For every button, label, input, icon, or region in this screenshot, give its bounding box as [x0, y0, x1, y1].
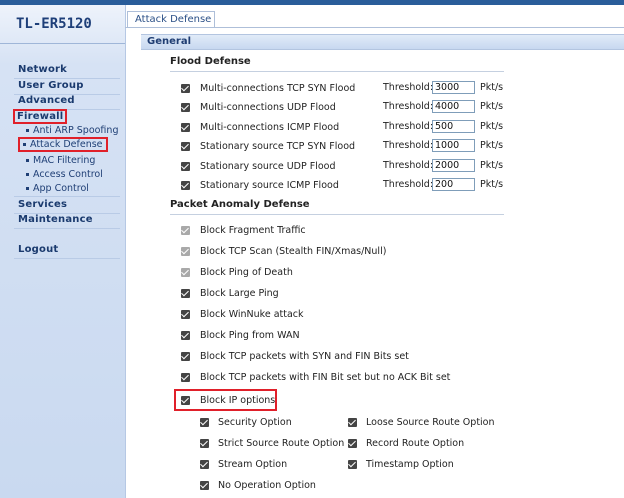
packet-anomaly-title: Packet Anomaly Defense	[170, 199, 310, 210]
anomaly-label: Block Fragment Traffic	[200, 225, 306, 236]
flood-label: Multi-connections UDP Flood	[200, 102, 336, 113]
unit-label: Pkt/s	[480, 179, 504, 190]
anomaly-label: Block Large Ping	[200, 288, 279, 299]
ip-option-label: No Operation Option	[218, 480, 316, 491]
bullet-icon	[26, 129, 29, 132]
bullet-icon	[23, 143, 26, 146]
threshold-label: Threshold:	[383, 82, 434, 93]
block-ip-options-checkbox[interactable]	[181, 396, 190, 405]
ip-option-label: Loose Source Route Option	[366, 417, 495, 428]
divider	[0, 43, 125, 44]
unit-label: Pkt/s	[480, 160, 504, 171]
ip-option-checkbox[interactable]	[200, 439, 209, 448]
nav-network[interactable]: Network	[18, 64, 67, 75]
anomaly-checkbox[interactable]	[181, 247, 190, 256]
ip-option-checkbox[interactable]	[348, 439, 357, 448]
nav-anti-arp-spoofing[interactable]: Anti ARP Spoofing	[26, 125, 118, 136]
flood-label: Stationary source TCP SYN Flood	[200, 141, 356, 152]
sidebar: TL-ER5120 Network User Group Advanced Fi…	[0, 5, 126, 498]
divider	[170, 71, 504, 72]
flood-checkbox[interactable]	[181, 84, 190, 93]
anomaly-checkbox[interactable]	[181, 310, 190, 319]
threshold-input[interactable]	[432, 139, 475, 152]
unit-label: Pkt/s	[480, 101, 504, 112]
model-name: TL-ER5120	[16, 16, 92, 32]
divider	[125, 27, 624, 28]
ip-option-checkbox[interactable]	[200, 481, 209, 490]
nav-app-control[interactable]: App Control	[26, 183, 89, 194]
bullet-icon	[26, 187, 29, 190]
nav-mac-filtering[interactable]: MAC Filtering	[26, 155, 95, 166]
ip-option-checkbox[interactable]	[200, 460, 209, 469]
divider	[14, 109, 120, 110]
flood-label: Stationary source UDP Flood	[200, 161, 336, 172]
ip-option-checkbox[interactable]	[348, 460, 357, 469]
unit-label: Pkt/s	[480, 140, 504, 151]
ip-option-label: Timestamp Option	[366, 459, 454, 470]
bullet-icon	[26, 159, 29, 162]
anomaly-label: Block Ping of Death	[200, 267, 293, 278]
ip-option-label: Record Route Option	[366, 438, 465, 449]
anomaly-checkbox[interactable]	[181, 373, 190, 382]
anomaly-checkbox[interactable]	[181, 226, 190, 235]
nav-maintenance[interactable]: Maintenance	[18, 214, 93, 225]
anomaly-label: Block TCP Scan (Stealth FIN/Xmas/Null)	[200, 246, 387, 257]
divider	[14, 78, 120, 79]
nav-user-group[interactable]: User Group	[18, 80, 84, 91]
threshold-input[interactable]	[432, 100, 475, 113]
anomaly-label: Block WinNuke attack	[200, 309, 304, 320]
flood-checkbox[interactable]	[181, 142, 190, 151]
nav-firewall[interactable]: Firewall	[12, 109, 68, 124]
threshold-input[interactable]	[432, 120, 475, 133]
divider	[14, 196, 120, 197]
ip-option-checkbox[interactable]	[348, 418, 357, 427]
threshold-label: Threshold:	[383, 140, 434, 151]
anomaly-label: Block IP options	[200, 395, 276, 406]
bullet-icon	[26, 173, 29, 176]
anomaly-label: Block TCP packets with FIN Bit set but n…	[200, 372, 451, 383]
ip-option-checkbox[interactable]	[200, 418, 209, 427]
threshold-input[interactable]	[432, 81, 475, 94]
divider	[14, 228, 120, 229]
unit-label: Pkt/s	[480, 82, 504, 93]
ip-option-label: Security Option	[218, 417, 292, 428]
nav-advanced[interactable]: Advanced	[18, 95, 75, 106]
divider	[170, 214, 504, 215]
section-title: General	[147, 36, 191, 47]
flood-checkbox[interactable]	[181, 123, 190, 132]
anomaly-checkbox[interactable]	[181, 289, 190, 298]
nav-services[interactable]: Services	[18, 199, 67, 210]
anomaly-checkbox[interactable]	[181, 268, 190, 277]
anomaly-label: Block TCP packets with SYN and FIN Bits …	[200, 351, 409, 362]
threshold-label: Threshold:	[383, 160, 434, 171]
ip-option-label: Stream Option	[218, 459, 288, 470]
threshold-input[interactable]	[432, 159, 475, 172]
flood-defense-title: Flood Defense	[170, 56, 251, 67]
nav-access-control[interactable]: Access Control	[26, 169, 103, 180]
flood-label: Multi-connections TCP SYN Flood	[200, 83, 356, 94]
ip-option-label: Strict Source Route Option	[218, 438, 345, 449]
anomaly-label: Block Ping from WAN	[200, 330, 300, 341]
anomaly-checkbox[interactable]	[181, 352, 190, 361]
threshold-input[interactable]	[432, 178, 475, 191]
flood-checkbox[interactable]	[181, 181, 190, 190]
flood-checkbox[interactable]	[181, 162, 190, 171]
tab-attack-defense[interactable]: Attack Defense	[127, 11, 215, 27]
threshold-label: Threshold:	[383, 101, 434, 112]
anomaly-checkbox[interactable]	[181, 331, 190, 340]
section-header: General	[141, 34, 624, 50]
nav-logout[interactable]: Logout	[18, 244, 58, 255]
threshold-label: Threshold:	[383, 179, 434, 190]
divider	[14, 258, 120, 259]
nav-attack-defense[interactable]: Attack Defense	[18, 137, 108, 152]
flood-label: Multi-connections ICMP Flood	[200, 122, 340, 133]
flood-label: Stationary source ICMP Flood	[200, 180, 339, 191]
flood-checkbox[interactable]	[181, 103, 190, 112]
threshold-label: Threshold:	[383, 121, 434, 132]
unit-label: Pkt/s	[480, 121, 504, 132]
